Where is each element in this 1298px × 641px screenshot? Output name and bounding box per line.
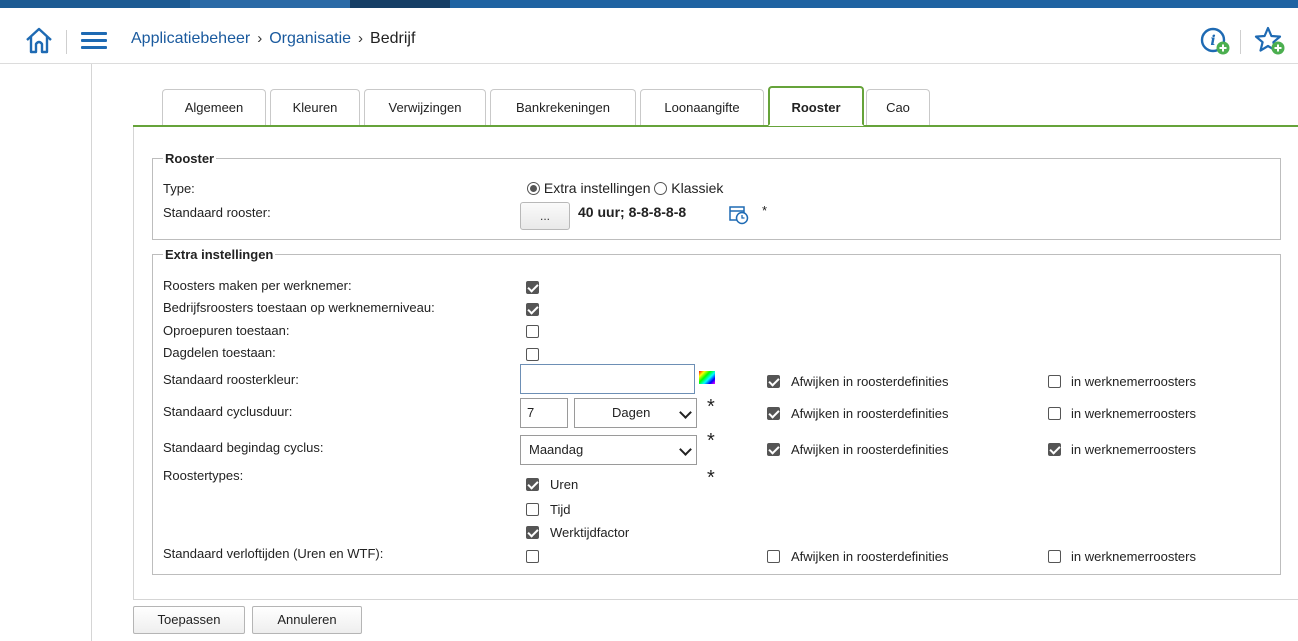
begindag-werknemer-checkbox[interactable]	[1048, 443, 1061, 456]
begindag-value: Maandag	[529, 442, 584, 457]
cyclusduur-werknemer-checkbox[interactable]	[1048, 407, 1061, 420]
standaard-rooster-label: Standaard rooster:	[163, 205, 271, 220]
required-marker: *	[762, 203, 768, 218]
cyclusduur-input[interactable]: 7	[520, 398, 568, 428]
info-add-icon[interactable]: i	[1199, 26, 1231, 56]
tab-bar: Algemeen Kleuren Verwijzingen Bankrekeni…	[133, 86, 1298, 128]
header-divider	[66, 30, 67, 54]
per-werknemer-checkbox[interactable]	[526, 281, 539, 294]
hamburger-menu-icon[interactable]	[81, 32, 107, 52]
verloftijden-werknemer-label: in werknemerroosters	[1071, 549, 1196, 564]
begindag-select[interactable]: Maandag	[520, 435, 697, 465]
standaard-rooster-value: 40 uur; 8-8-8-8-8	[578, 204, 687, 220]
oproepuren-checkbox[interactable]	[526, 325, 539, 338]
dagdelen-label: Dagdelen toestaan:	[163, 345, 276, 360]
tab-cao[interactable]: Cao	[866, 89, 930, 125]
radio-extra-instellingen-label[interactable]: Extra instellingen	[544, 180, 651, 196]
bedrijfsroosters-checkbox[interactable]	[526, 303, 539, 316]
home-icon[interactable]	[24, 25, 54, 55]
begindag-afwijken-checkbox[interactable]	[767, 443, 780, 456]
dagdelen-checkbox[interactable]	[526, 348, 539, 361]
tab-verwijzingen[interactable]: Verwijzingen	[364, 89, 486, 125]
header-divider	[1240, 30, 1241, 54]
cyclusduur-werknemer-label: in werknemerroosters	[1071, 406, 1196, 421]
kleur-werknemer-label: in werknemerroosters	[1071, 374, 1196, 389]
kleur-afwijken-checkbox[interactable]	[767, 375, 780, 388]
tab-algemeen[interactable]: Algemeen	[162, 89, 266, 125]
color-picker-icon[interactable]	[699, 371, 715, 384]
roostertype-uren-checkbox[interactable]	[526, 478, 539, 491]
breadcrumb-organisatie[interactable]: Organisatie	[269, 30, 351, 47]
oproepuren-label: Oproepuren toestaan:	[163, 323, 290, 338]
chevron-down-icon	[679, 443, 692, 456]
roostertype-uren-label: Uren	[550, 477, 579, 492]
tab-kleuren[interactable]: Kleuren	[270, 89, 360, 125]
calendar-clock-icon[interactable]	[728, 204, 750, 226]
top-stripe	[0, 0, 1298, 8]
roostertype-tijd-checkbox[interactable]	[526, 503, 539, 516]
breadcrumb-separator: ›	[358, 30, 364, 47]
type-label: Type:	[163, 181, 195, 196]
radio-klassiek[interactable]	[654, 182, 668, 195]
left-rail	[0, 64, 92, 641]
begindag-label: Standaard begindag cyclus:	[163, 440, 324, 455]
type-radio-group: Extra instellingen Klassiek	[527, 180, 723, 196]
roosterkleur-label: Standaard roosterkleur:	[163, 372, 299, 387]
app-header: Applicatiebeheer › Organisatie › Bedrijf i	[0, 8, 1298, 64]
cyclusduur-unit-value: Dagen	[612, 405, 651, 420]
cyclusduur-afwijken-label: Afwijken in roosterdefinities	[791, 406, 949, 421]
radio-extra-instellingen[interactable]	[527, 182, 540, 195]
roostertype-tijd-label: Tijd	[550, 502, 571, 517]
verloftijden-checkbox[interactable]	[526, 550, 539, 563]
svg-text:i: i	[1210, 33, 1215, 49]
required-star: *	[707, 467, 715, 489]
chevron-down-icon	[679, 406, 692, 419]
extra-instellingen-legend: Extra instellingen	[165, 247, 274, 262]
breadcrumb: Applicatiebeheer › Organisatie › Bedrijf	[131, 30, 415, 48]
apply-button[interactable]: Toepassen	[133, 606, 245, 634]
radio-klassiek-label[interactable]: Klassiek	[671, 180, 723, 196]
tab-rooster[interactable]: Rooster	[768, 86, 864, 126]
verloftijden-afwijken-label: Afwijken in roosterdefinities	[791, 549, 949, 564]
breadcrumb-separator: ›	[257, 30, 263, 47]
required-star: *	[707, 396, 715, 418]
begindag-afwijken-label: Afwijken in roosterdefinities	[791, 442, 949, 457]
roostertype-werktijdfactor-label: Werktijdfactor	[550, 525, 630, 540]
cyclusduur-unit-select[interactable]: Dagen	[574, 398, 697, 428]
required-star: *	[707, 430, 715, 452]
verloftijden-label: Standaard verloftijden (Uren en WTF):	[163, 546, 384, 561]
verloftijden-werknemer-checkbox[interactable]	[1048, 550, 1061, 563]
roostertype-werktijdfactor-checkbox[interactable]	[526, 526, 539, 539]
rooster-legend: Rooster	[165, 151, 215, 166]
tab-loonaangifte[interactable]: Loonaangifte	[640, 89, 764, 125]
cancel-button[interactable]: Annuleren	[252, 606, 362, 634]
roosterkleur-input[interactable]	[520, 364, 695, 394]
roostertypes-label: Roostertypes:	[163, 468, 244, 483]
bedrijfsroosters-label: Bedrijfsroosters toestaan op werknemerni…	[163, 300, 435, 315]
per-werknemer-label: Roosters maken per werknemer:	[163, 278, 352, 293]
cyclusduur-label: Standaard cyclusduur:	[163, 404, 293, 419]
verloftijden-afwijken-checkbox[interactable]	[767, 550, 780, 563]
kleur-afwijken-label: Afwijken in roosterdefinities	[791, 374, 949, 389]
rooster-picker-button[interactable]: ...	[520, 202, 570, 230]
breadcrumb-bedrijf: Bedrijf	[370, 30, 416, 47]
begindag-werknemer-label: in werknemerroosters	[1071, 442, 1196, 457]
favorite-star-add-icon[interactable]	[1254, 26, 1286, 56]
tab-bankrekeningen[interactable]: Bankrekeningen	[490, 89, 636, 125]
kleur-werknemer-checkbox[interactable]	[1048, 375, 1061, 388]
breadcrumb-applicatiebeheer[interactable]: Applicatiebeheer	[131, 30, 250, 47]
cyclusduur-afwijken-checkbox[interactable]	[767, 407, 780, 420]
